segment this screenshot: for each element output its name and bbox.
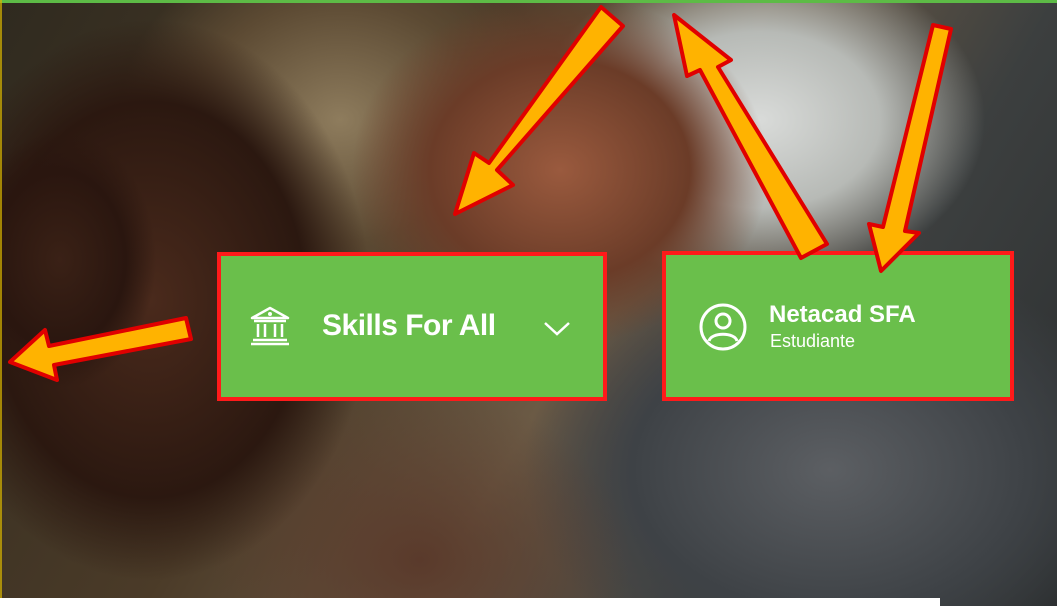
user-role: Estudiante	[770, 331, 856, 351]
arrow-to-institution	[453, 5, 625, 216]
chevron-down-icon[interactable]	[538, 314, 576, 342]
top-accent-line	[0, 0, 1057, 3]
institution-menu-label[interactable]: Skills For All	[322, 309, 496, 343]
arrow-down-to-user-panel	[867, 23, 953, 273]
bottom-white-strip	[0, 598, 940, 606]
institution-icon	[250, 306, 290, 346]
arrow-to-left-edge	[8, 316, 193, 382]
user-circle-icon[interactable]	[697, 301, 749, 353]
hero-background-photo: Skills For All Netacad SFA Estudiante	[0, 0, 1057, 606]
user-name[interactable]: Netacad SFA	[769, 301, 916, 329]
arrow-up-from-user-panel	[672, 13, 829, 260]
left-edge-line	[0, 0, 2, 598]
